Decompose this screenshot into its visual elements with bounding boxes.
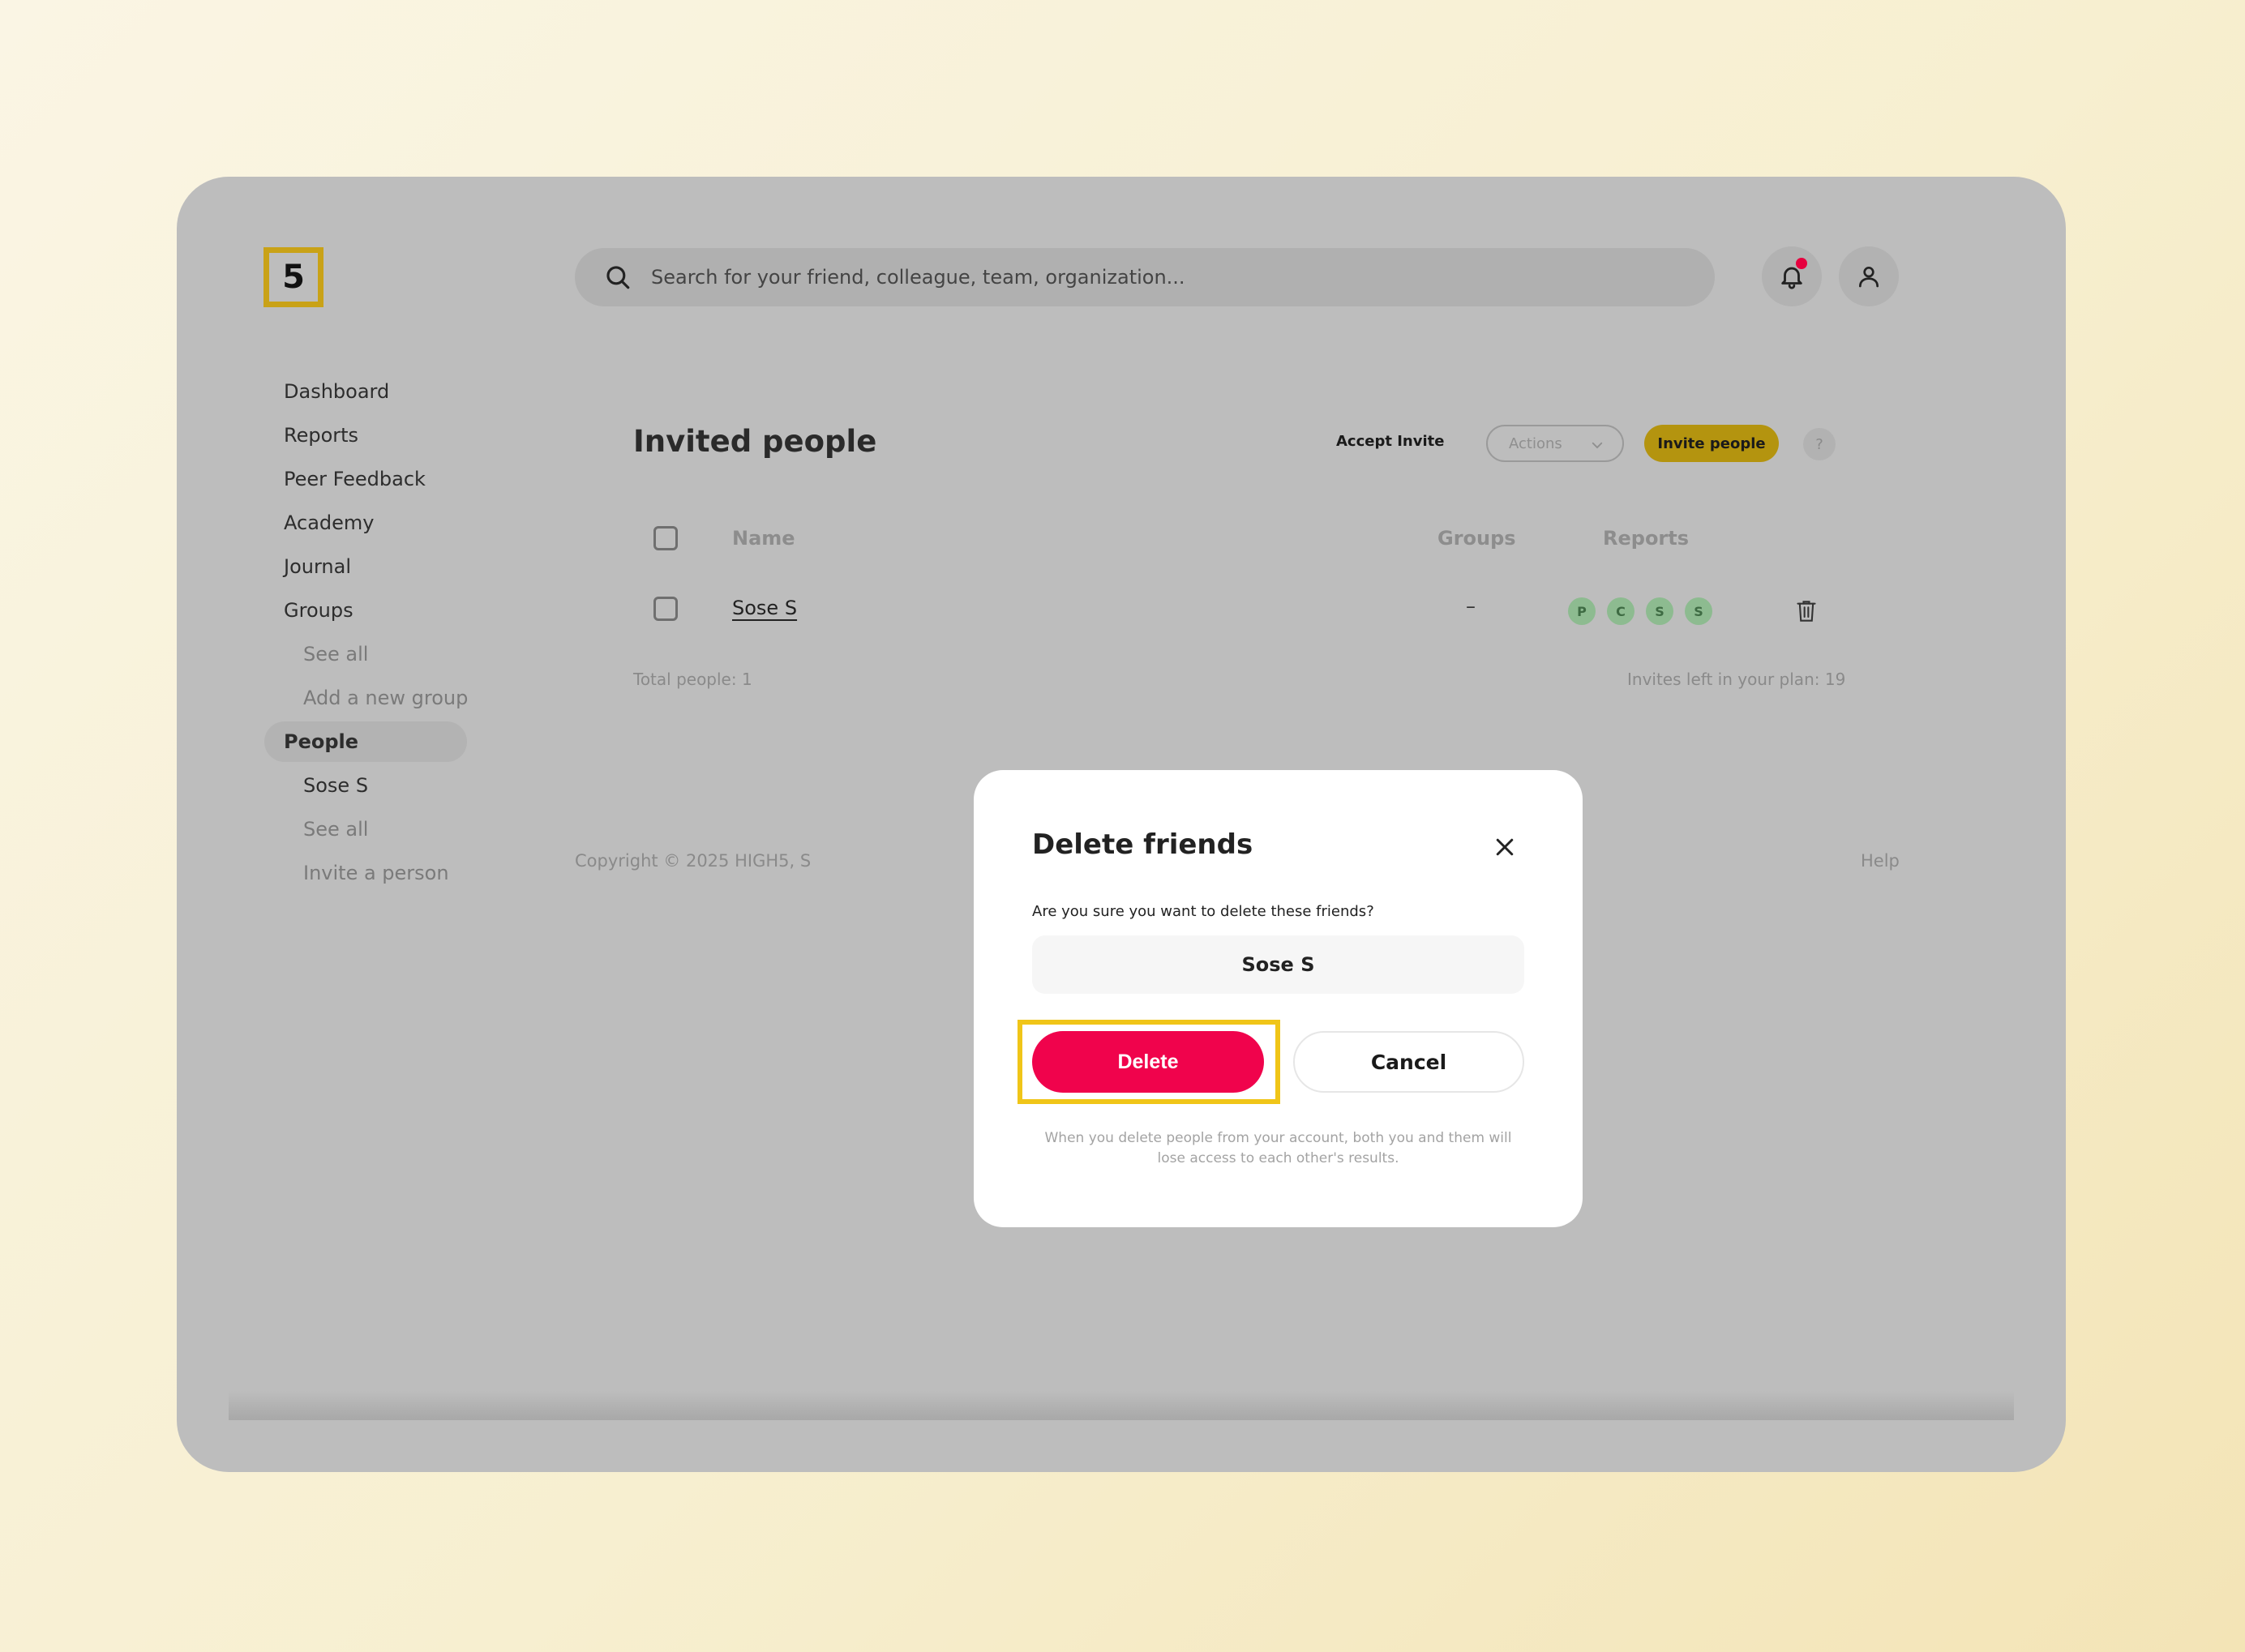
accept-invite-button[interactable]: Accept Invite [1336, 433, 1444, 450]
cancel-button[interactable]: Cancel [1293, 1031, 1524, 1093]
sidebar-item-invite-person[interactable]: Invite a person [264, 853, 508, 893]
sidebar-item-groups-see-all[interactable]: See all [264, 634, 508, 674]
invites-left: Invites left in your plan: 19 [1627, 670, 1846, 689]
invite-people-button[interactable]: Invite people [1644, 425, 1779, 462]
search-input[interactable] [649, 265, 1715, 289]
trash-icon[interactable] [1795, 598, 1818, 624]
column-header-reports[interactable]: Reports [1603, 527, 1689, 550]
dialog-question: Are you sure you want to delete these fr… [1032, 903, 1374, 920]
actions-dropdown[interactable]: Actions [1486, 425, 1624, 462]
search-icon [606, 266, 630, 289]
copyright: Copyright © 2025 HIGH5, S [575, 851, 812, 871]
dialog-note: When you delete people from your account… [1044, 1130, 1512, 1166]
sidebar-item-groups[interactable]: Groups [264, 590, 508, 631]
sidebar-item-person[interactable]: Sose S [264, 765, 508, 806]
search-bar[interactable] [575, 248, 1715, 306]
sidebar-item-reports[interactable]: Reports [264, 415, 508, 456]
close-icon[interactable] [1493, 835, 1517, 859]
sidebar-item-academy[interactable]: Academy [264, 503, 508, 543]
report-badge[interactable]: P [1568, 597, 1596, 625]
report-badge[interactable]: C [1607, 597, 1634, 625]
report-badges: P C S S [1568, 597, 1712, 625]
select-all-checkbox[interactable] [653, 526, 678, 550]
user-icon [1859, 267, 1879, 288]
help-button[interactable]: ? [1803, 428, 1836, 460]
total-people: Total people: 1 [633, 670, 752, 689]
delete-button[interactable]: Delete [1032, 1031, 1264, 1093]
notification-dot [1796, 258, 1807, 269]
logo[interactable]: 5 [263, 247, 323, 307]
profile-button[interactable] [1839, 246, 1899, 306]
sidebar-item-peer-feedback[interactable]: Peer Feedback [264, 459, 508, 499]
report-badge[interactable]: S [1646, 597, 1673, 625]
groups-cell: – [1466, 595, 1476, 618]
actions-label: Actions [1509, 434, 1562, 452]
row-checkbox[interactable] [653, 597, 678, 621]
delete-friends-dialog: Delete friends Are you sure you want to … [974, 770, 1583, 1227]
sidebar-item-people[interactable]: People [264, 721, 467, 762]
sidebar-item-people-see-all[interactable]: See all [264, 809, 508, 850]
bottom-scroll-area [229, 1391, 2014, 1420]
chevron-down-icon [1592, 442, 1603, 449]
page-title: Invited people [633, 424, 877, 459]
sidebar-item-add-group[interactable]: Add a new group [264, 678, 508, 718]
sidebar-item-dashboard[interactable]: Dashboard [264, 371, 508, 412]
person-name-link[interactable]: Sose S [732, 597, 797, 619]
column-header-name[interactable]: Name [732, 527, 795, 550]
person-to-delete: Sose S [1032, 935, 1524, 994]
report-badge[interactable]: S [1685, 597, 1712, 625]
app-window: 5 Dashboard Reports Peer Feedback Academ… [177, 177, 2066, 1472]
sidebar-item-journal[interactable]: Journal [264, 546, 508, 587]
dialog-title: Delete friends [1032, 828, 1253, 861]
sidebar-nav: Dashboard Reports Peer Feedback Academy … [264, 371, 508, 897]
column-header-groups[interactable]: Groups [1437, 527, 1516, 550]
notifications-button[interactable] [1762, 246, 1822, 306]
footer-help-link[interactable]: Help [1861, 851, 1900, 871]
